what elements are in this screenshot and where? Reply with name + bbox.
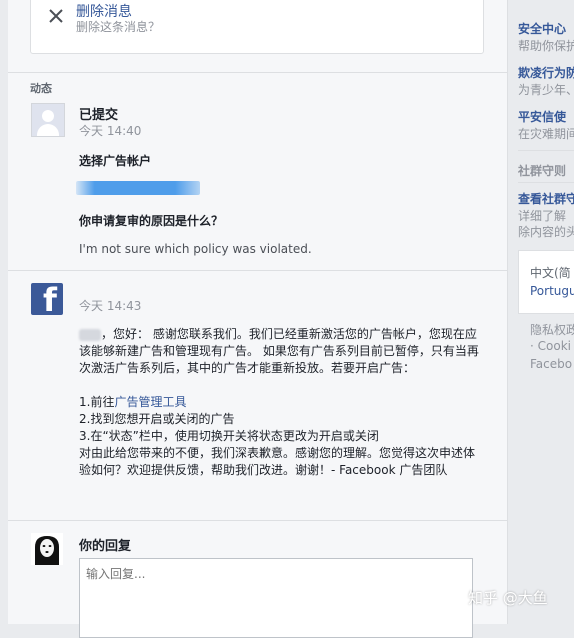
facebook-logo-icon: f xyxy=(31,283,63,315)
step-3: 3.在“状态”栏中，使用切换开关将状态更改为开启或关闭 xyxy=(79,429,379,443)
delete-message-subtitle: 删除这条消息？ xyxy=(76,20,161,34)
support-inbox-panel: 删除消息 删除这条消息？ 动态 已提交 今天 14:40 选择广告帐户 你申请复… xyxy=(8,0,508,638)
step-2: 2.找到您想开启或关闭的广告 xyxy=(79,412,235,426)
facebook-reply-message: ，您好： 感谢您联系我们。我们已经重新激活您的广告帐户，您现在应该能够新建广告和… xyxy=(79,326,479,479)
delete-message-card[interactable]: 删除消息 删除这条消息？ xyxy=(30,0,484,54)
redacted-name xyxy=(79,328,101,341)
sidebar-heading-community: 社群守则 xyxy=(518,164,567,178)
language-option-chinese[interactable]: 中文(简 xyxy=(530,264,571,281)
submission-timestamp: 今天 14:40 xyxy=(79,124,142,138)
footer-facebook-copyright: Facebo xyxy=(530,357,573,371)
user-avatar xyxy=(31,533,63,565)
close-icon[interactable] xyxy=(47,7,65,25)
divider xyxy=(8,270,507,271)
question-select-account: 选择广告帐户 xyxy=(79,154,152,168)
reply-timestamp: 今天 14:43 xyxy=(79,299,142,313)
sidebar-link-bullying[interactable]: 欺凌行为防 xyxy=(518,64,574,81)
sidebar-desc-community-2: 除内容的头 xyxy=(518,225,574,239)
submission-status: 已提交 xyxy=(79,108,119,123)
reply-paragraph-2: 对由此给您带来的不便，我们深表歉意。感谢您的理解。您觉得这次申述体验如何？欢迎提… xyxy=(79,446,476,477)
sidebar-desc-safety-center: 帮助你保护 xyxy=(518,39,574,53)
language-option-portuguese[interactable]: Portugu xyxy=(530,284,574,298)
your-reply-label: 你的回复 xyxy=(79,539,132,554)
sidebar-desc-bullying: 为青少年、 xyxy=(518,83,574,97)
reply-paragraph-1: ，您好： 感谢您联系我们。我们已经重新激活您的广告帐户，您现在应该能够新建广告和… xyxy=(79,327,479,375)
sidebar-link-safety-check[interactable]: 平安信使 xyxy=(518,108,566,125)
question-review-reason: 你申请复审的原因是什么？ xyxy=(79,214,224,228)
default-avatar xyxy=(31,103,65,137)
sidebar-divider xyxy=(518,182,574,183)
language-card xyxy=(518,250,574,314)
footer-privacy-link[interactable]: 隐私权政 xyxy=(530,321,574,338)
footer-cookies-link[interactable]: · Cooki xyxy=(530,339,571,353)
ads-manager-link[interactable]: 广告管理工具 xyxy=(114,395,186,409)
sidebar-divider xyxy=(518,150,574,151)
right-sidebar: 安全中心 帮助你保护 欺凌行为防 为青少年、 平安信使 在灾难期间 社群守则 查… xyxy=(508,0,574,624)
divider xyxy=(8,520,507,521)
review-reason-answer: I'm not sure which policy was violated. xyxy=(79,242,312,256)
step-1-prefix: 1.前往 xyxy=(79,395,115,409)
sidebar-desc-safety-check: 在灾难期间 xyxy=(518,127,574,141)
sidebar-link-community-standards[interactable]: 查看社群守 xyxy=(518,190,574,207)
sidebar-desc-community-1: 详细了解 xyxy=(518,209,567,223)
divider xyxy=(8,72,507,73)
reply-input[interactable] xyxy=(79,558,473,638)
section-label: 动态 xyxy=(30,82,52,95)
sidebar-link-safety-center[interactable]: 安全中心 xyxy=(518,20,566,37)
redacted-account-bar xyxy=(76,181,200,195)
zhihu-watermark: 知乎 @大鱼 xyxy=(468,589,548,607)
